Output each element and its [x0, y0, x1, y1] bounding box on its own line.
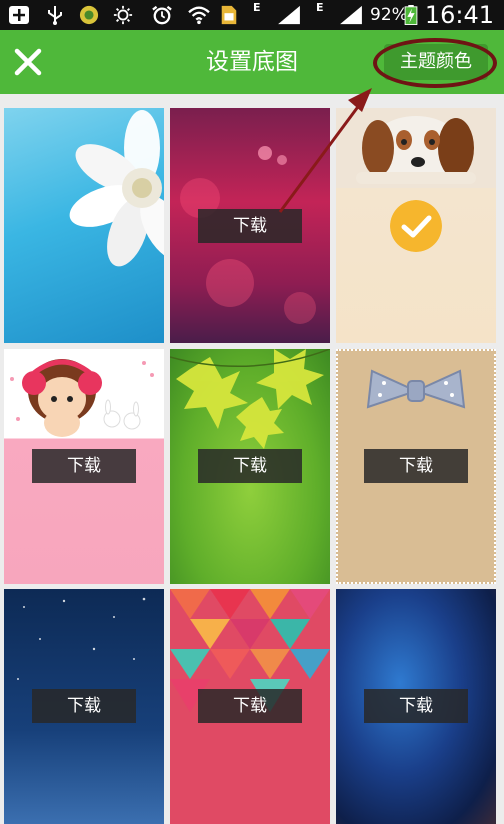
wallpaper-tile-cartoon-girl[interactable]: 下载 [4, 349, 164, 584]
alarm-icon [152, 5, 172, 25]
wallpaper-tile-night-sky[interactable]: 下载 [4, 589, 164, 824]
brightness-icon [113, 5, 133, 25]
download-button[interactable]: 下载 [198, 449, 302, 483]
usb-icon [48, 6, 62, 25]
selected-check-icon [390, 200, 442, 252]
sim-card-icon [221, 5, 237, 25]
wallpaper-tile-geometric-triangles[interactable]: 下载 [170, 589, 330, 824]
battery-percent: 92% [370, 5, 408, 25]
plus-icon [9, 6, 29, 24]
wifi-icon [188, 6, 210, 25]
app-icon [79, 5, 99, 25]
app-header: 设置底图 主题颜色 [0, 30, 504, 94]
flower-image [69, 110, 164, 267]
download-button[interactable]: 下载 [364, 449, 468, 483]
download-button[interactable]: 下载 [364, 689, 468, 723]
wallpaper-tile-pink-bokeh[interactable]: 下载 [170, 108, 330, 343]
download-button[interactable]: 下载 [198, 209, 302, 243]
download-button[interactable]: 下载 [198, 689, 302, 723]
wallpaper-tile-blue-blur[interactable]: 下载 [336, 589, 496, 824]
download-button[interactable]: 下载 [32, 449, 136, 483]
signal-icon [278, 5, 300, 25]
annotation-highlight-ellipse [373, 38, 497, 88]
download-button[interactable]: 下载 [32, 689, 136, 723]
wallpaper-tile-puppy[interactable] [336, 108, 496, 343]
signal-icon [340, 5, 362, 25]
wallpaper-tile-white-flower[interactable] [4, 108, 164, 343]
wallpaper-tile-green-leaves[interactable]: 下载 [170, 349, 330, 584]
status-bar: E E 92% 16:41 [0, 0, 504, 30]
battery-icon [404, 5, 418, 25]
network-type-2: E [316, 1, 324, 14]
clock: 16:41 [424, 1, 494, 29]
network-type-1: E [253, 1, 261, 14]
wallpaper-tile-bow[interactable]: 下载 [336, 349, 496, 584]
